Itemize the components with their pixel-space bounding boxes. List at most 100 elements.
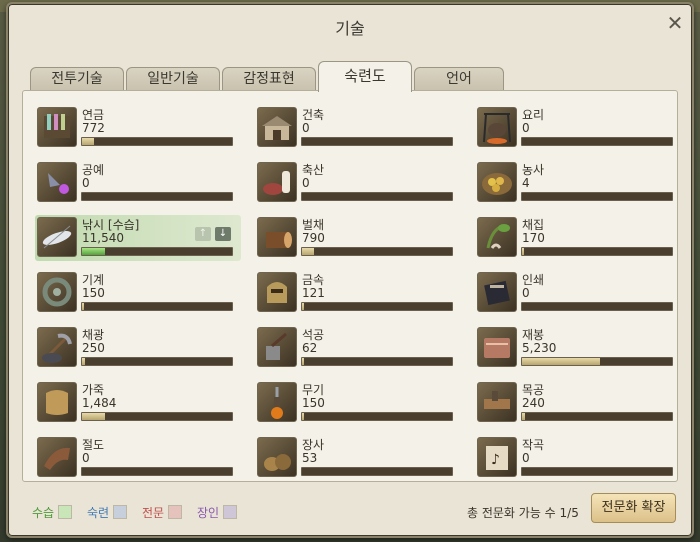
skill-cell[interactable]: 금속 121 [255, 270, 461, 316]
skill-value: 11,540 [82, 231, 124, 245]
skill-cell[interactable]: ♪ 작곡 0 [475, 435, 681, 481]
skill-value: 772 [82, 121, 105, 135]
alchemy-icon [37, 107, 77, 147]
arrow-down-icon[interactable]: ↓ [215, 227, 231, 241]
proficiency-panel: 연금 772 건축 0 요리 0 공예 0 축산 0 농사 4 낚시 [수습] 11,540 ↑ ↓ 벌채 790… [22, 90, 678, 482]
legend-label: 수습 [32, 506, 55, 520]
skill-cell[interactable]: 재봉 5,230 [475, 325, 681, 371]
farming-icon [477, 162, 517, 202]
skill-value: 240 [522, 396, 545, 410]
legend-swatch [113, 505, 128, 519]
skill-cell[interactable]: 석공 62 [255, 325, 461, 371]
window-title: 기술 [335, 19, 365, 38]
skill-cell[interactable]: 건축 0 [255, 105, 461, 151]
skill-value: 0 [82, 176, 90, 190]
skill-cell[interactable]: 무기 150 [255, 380, 461, 426]
arrow-up-icon[interactable]: ↑ [195, 227, 211, 241]
skill-progress-bar [81, 467, 233, 476]
skill-value: 121 [302, 286, 325, 300]
skill-progress-bar [521, 192, 673, 201]
skill-cell[interactable]: 채광 250 [35, 325, 241, 371]
cooking-icon [477, 107, 517, 147]
skill-value: 0 [82, 451, 90, 465]
skill-cell[interactable]: 인쇄 0 [475, 270, 681, 316]
skill-cell[interactable]: 목공 240 [475, 380, 681, 426]
skill-value: 0 [522, 286, 530, 300]
tab-combat-skills[interactable]: 전투기술 [30, 67, 124, 91]
fishing-icon [37, 217, 77, 257]
skill-cell[interactable]: 기계 150 [35, 270, 241, 316]
skill-progress-fill [302, 358, 304, 365]
legend-label: 숙련 [87, 506, 110, 520]
skill-progress-fill [302, 303, 304, 310]
skill-progress-fill [522, 248, 524, 255]
skill-cell[interactable]: 채집 170 [475, 215, 681, 261]
construction-icon [257, 107, 297, 147]
skill-progress-bar [521, 247, 673, 256]
skill-progress-bar [521, 302, 673, 311]
weaponry-icon [257, 382, 297, 422]
tab-proficiency[interactable]: 숙련도 [318, 61, 412, 92]
composition-icon: ♪ [477, 437, 517, 477]
skill-progress-bar [301, 412, 453, 421]
skill-progress-fill [82, 413, 105, 420]
skill-cell[interactable]: 낚시 [수습] 11,540 ↑ ↓ [35, 215, 241, 261]
legend-apprentice: 수습 [32, 504, 73, 521]
printing-icon [477, 272, 517, 312]
skill-value: 150 [82, 286, 105, 300]
skill-progress-fill [522, 358, 600, 365]
skill-progress-bar [81, 247, 233, 256]
skill-value: 250 [82, 341, 105, 355]
skill-progress-bar [301, 467, 453, 476]
skill-progress-fill [82, 138, 94, 145]
skill-progress-bar [301, 137, 453, 146]
expand-specialization-button[interactable]: 전문화 확장 [591, 493, 676, 523]
carpentry-icon [477, 382, 517, 422]
skill-progress-bar [81, 137, 233, 146]
skill-cell[interactable]: 벌채 790 [255, 215, 461, 261]
skill-value: 0 [302, 176, 310, 190]
legend-swatch [58, 505, 73, 519]
skill-cell[interactable]: 절도 0 [35, 435, 241, 481]
close-icon[interactable]: ✕ [664, 12, 686, 34]
skill-progress-bar [301, 357, 453, 366]
skill-cell[interactable]: 연금 772 [35, 105, 241, 151]
skill-cell[interactable]: 장사 53 [255, 435, 461, 481]
skill-progress-bar [301, 302, 453, 311]
skill-value: 170 [522, 231, 545, 245]
legend-label: 전문 [142, 506, 165, 520]
skill-cell[interactable]: 축산 0 [255, 160, 461, 206]
handicraft-icon [37, 162, 77, 202]
skill-progress-bar [521, 357, 673, 366]
skill-cell[interactable]: 가죽 1,484 [35, 380, 241, 426]
mining-icon [37, 327, 77, 367]
skill-value: 0 [522, 451, 530, 465]
metalwork-icon [257, 272, 297, 312]
larceny-icon [37, 437, 77, 477]
svg-text:♪: ♪ [491, 452, 500, 468]
title-bar[interactable]: 기술 ✕ [8, 4, 692, 44]
skill-value: 62 [302, 341, 318, 355]
legend-master: 장인 [197, 504, 238, 521]
skill-progress-bar [301, 247, 453, 256]
legend-skilled: 숙련 [87, 504, 128, 521]
skill-cell[interactable]: 농사 4 [475, 160, 681, 206]
gathering-icon [477, 217, 517, 257]
skill-progress-bar [521, 137, 673, 146]
skill-progress-bar [81, 192, 233, 201]
legend-swatch [168, 505, 183, 519]
skill-value: 790 [302, 231, 325, 245]
tab-language[interactable]: 언어 [414, 67, 504, 91]
commerce-icon [257, 437, 297, 477]
tab-general-skills[interactable]: 일반기술 [126, 67, 220, 91]
skills-window: 기술 ✕ 전투기술 일반기술 감정표현 숙련도 언어 연금 772 건축 0 요리 0 공예… [6, 2, 694, 538]
skill-cell[interactable]: 공예 0 [35, 160, 241, 206]
skill-cell[interactable]: 요리 0 [475, 105, 681, 151]
skill-value: 0 [302, 121, 310, 135]
skill-progress-fill [302, 248, 314, 255]
machining-icon [37, 272, 77, 312]
skill-value: 1,484 [82, 396, 117, 410]
masonry-icon [257, 327, 297, 367]
skill-progress-fill [82, 248, 105, 255]
tab-emotes[interactable]: 감정표현 [222, 67, 316, 91]
